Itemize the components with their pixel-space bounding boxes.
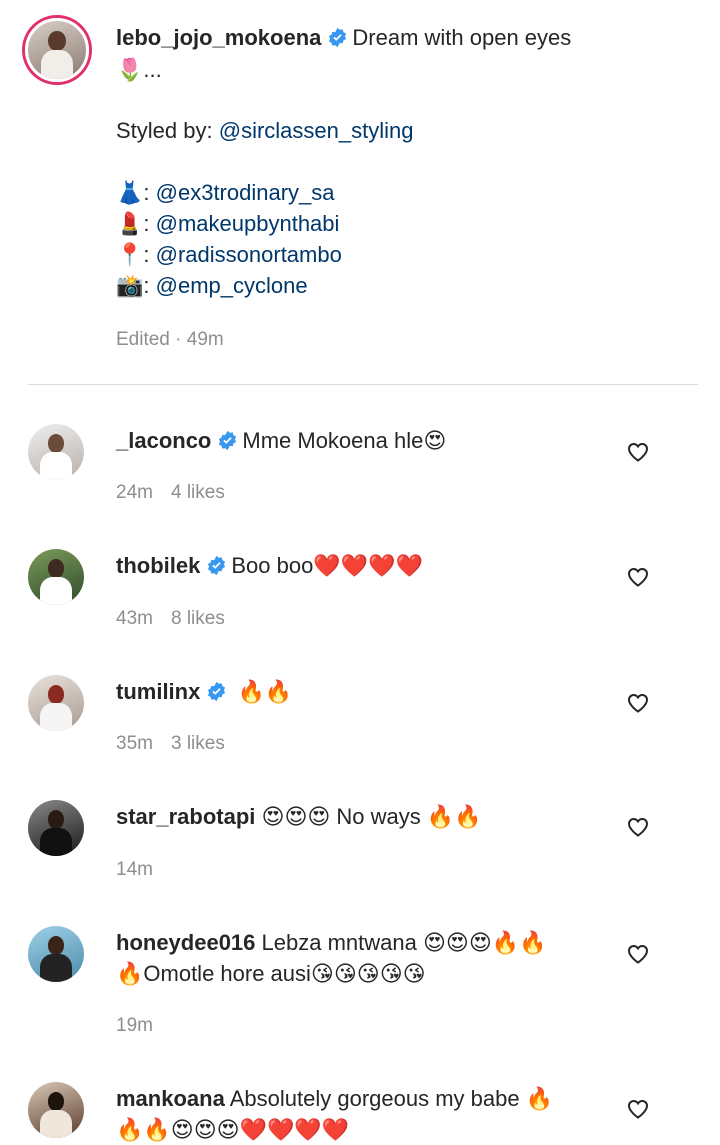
comment-text: Absolutely gorgeous my babe 🔥: [224, 1086, 554, 1111]
verified-badge-icon: [208, 555, 226, 576]
like-heart-icon[interactable]: [626, 565, 650, 589]
mention-link[interactable]: @makeupbynthabi: [156, 211, 340, 236]
comment-time: 24m: [116, 482, 153, 503]
like-heart-icon[interactable]: [626, 1097, 650, 1121]
comment-username[interactable]: mankoana: [116, 1086, 225, 1111]
post-author-username[interactable]: lebo_jojo_mokoena: [116, 25, 321, 50]
mention-link[interactable]: @radissonortambo: [156, 242, 342, 267]
comment-text: Mme Mokoena hle😍: [242, 428, 447, 453]
camera-emoji: 📸: [116, 273, 144, 298]
commenter-avatar[interactable]: [28, 1082, 84, 1138]
like-heart-icon[interactable]: [626, 440, 650, 464]
verified-badge-icon: [208, 681, 226, 702]
comment-likes[interactable]: 8 likes: [171, 608, 225, 629]
comment-time: 35m: [116, 733, 153, 754]
comment-time: 14m: [116, 859, 153, 880]
commenter-avatar[interactable]: [28, 675, 84, 731]
pin-emoji: 📍: [116, 242, 144, 267]
comment-username[interactable]: star_rabotapi: [116, 804, 255, 829]
like-heart-icon[interactable]: [626, 942, 650, 966]
comment-text: 🔥🔥: [231, 679, 293, 704]
comment-time: 19m: [116, 1015, 153, 1036]
divider: [28, 384, 698, 385]
edited-timestamp: Edited · 49m: [116, 329, 224, 350]
mention-link[interactable]: @sirclassen_styling: [219, 118, 414, 143]
styled-by-label: Styled by:: [116, 118, 213, 143]
comment-text: Lebza mntwana 😍😍😍🔥🔥: [255, 930, 547, 955]
verified-badge-icon: [219, 430, 237, 451]
caption-text: 🌷...: [116, 57, 162, 82]
comment-text: 🔥Omotle hore ausi😘😘😘😘😘: [116, 961, 426, 986]
commenter-avatar[interactable]: [28, 424, 84, 480]
comment-username[interactable]: honeydee016: [116, 930, 255, 955]
commenter-avatar[interactable]: [28, 549, 84, 605]
mention-link[interactable]: @ex3trodinary_sa: [156, 180, 335, 205]
caption-text: Dream with open eyes: [352, 25, 572, 50]
like-heart-icon[interactable]: [626, 691, 650, 715]
comment-likes[interactable]: 4 likes: [171, 482, 225, 503]
comment-text: 😍😍😍 No ways 🔥🔥: [255, 804, 482, 829]
commenter-avatar[interactable]: [28, 926, 84, 982]
comment-username[interactable]: _laconco: [116, 428, 211, 453]
comment-username[interactable]: tumilinx: [116, 679, 200, 704]
like-heart-icon[interactable]: [626, 815, 650, 839]
mention-link[interactable]: @emp_cyclone: [156, 273, 308, 298]
comment-username[interactable]: thobilek: [116, 553, 200, 578]
post-author-avatar[interactable]: [25, 18, 89, 82]
dress-emoji: 👗: [116, 180, 144, 205]
verified-badge-icon: [329, 27, 347, 48]
comment-likes[interactable]: 3 likes: [171, 733, 225, 754]
commenter-avatar[interactable]: [28, 800, 84, 856]
comment-text: Boo boo❤️❤️❤️❤️: [231, 553, 423, 578]
comment-time: 43m: [116, 608, 153, 629]
lipstick-emoji: 💄: [116, 211, 144, 236]
comment-text: 🔥🔥😍😍😍❤️❤️❤️❤️: [116, 1117, 350, 1142]
